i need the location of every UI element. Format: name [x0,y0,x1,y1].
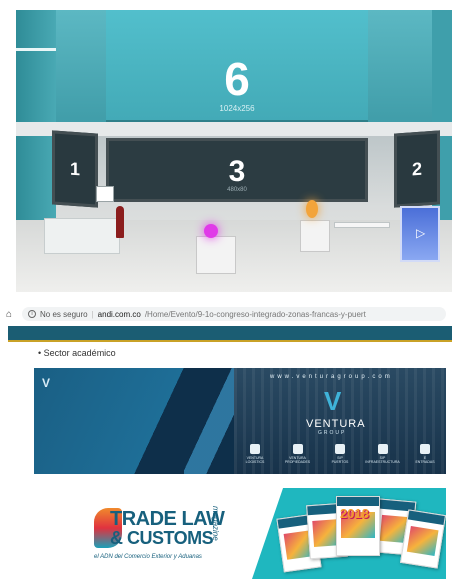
screen-1[interactable]: 1 [52,130,98,208]
info-sign[interactable] [96,186,114,202]
subsidiary-logo-icon [292,444,303,454]
security-label: No es seguro [40,309,88,319]
tradelaw-title-line2: & CUSTOMS [110,528,214,548]
url-path: /Home/Evento/9-1o-congreso-integrado-zon… [144,309,366,319]
subsidiary-logo: VENTURA LOGISTICS [240,444,270,464]
tradelaw-banner[interactable]: TRADE LAW & CUSTOMS magazine el ADN del … [84,488,446,579]
home-icon[interactable]: ⌂ [6,309,18,320]
screen-3-resolution: 480x80 [227,187,247,193]
reception-counter [44,218,120,254]
screen-3[interactable]: 3 480x80 [106,138,368,202]
magazine-cover [336,496,380,556]
subsidiary-logo: VENTURA PROPIEDADES [283,444,313,464]
magazine-covers: 2018 [276,494,446,578]
subsidiary-logo: E ENTRADAS [410,444,440,464]
orange-hotspot[interactable] [306,200,318,218]
list-item: • Sector académico [38,348,116,358]
site-header-band [8,326,452,340]
screen-1-number: 1 [69,158,80,180]
ventura-banner[interactable]: V www.venturagroup.com V VENTURA GROUP V… [34,368,446,474]
subsidiary-logo: SIP INFRAESTRUCTURA [365,444,400,464]
ventura-group: GROUP [318,430,347,436]
center-pedestal[interactable] [196,236,236,274]
tradelaw-subtitle: el ADN del Comercio Exterior y Aduanas [94,554,202,560]
ventura-small-logo-icon: V [42,376,51,390]
list-item-label: Sector académico [43,348,116,358]
screen-3-number: 3 [228,155,246,188]
ventura-website[interactable]: www.venturagroup.com [270,374,393,380]
ventura-logo-icon: V [324,386,342,416]
info-icon[interactable]: i [28,310,36,318]
screen-2-number: 2 [411,158,422,180]
url-separator: | [91,309,94,319]
screen-6-resolution: 1024x256 [219,104,255,113]
subsidiary-logo-icon [377,444,388,454]
url-field[interactable]: i No es seguro | andi.com.co/Home/Evento… [22,307,446,321]
video-kiosk[interactable]: ▷ [400,206,440,262]
subsidiary-logo-icon [420,444,430,454]
subsidiary-logo: SIP PUERTOS [325,444,355,464]
cover-year: 2018 [340,506,369,521]
play-icon[interactable]: ▷ [416,226,425,240]
magenta-hotspot[interactable] [204,224,218,238]
virtual-booth-scene: 6 1024x256 1 3 480x80 2 ▷ [16,10,452,292]
subsidiary-logo-icon [335,444,345,454]
browser-address-bar: ⌂ i No es seguro | andi.com.co/Home/Even… [0,306,452,322]
url-domain: andi.com.co [97,309,141,319]
tradelaw-magazine-label: magazine [211,506,220,541]
avatar-figure [116,206,124,238]
magazine-cover [400,509,446,569]
right-pedestal[interactable] [300,220,330,252]
screen-6-number: 6 [224,53,250,105]
ventura-brand: VENTURA [306,418,366,430]
side-table [334,222,390,228]
site-header-accent [8,340,452,342]
screen-6[interactable]: 6 1024x256 [106,10,368,122]
screen-2[interactable]: 2 [394,130,440,208]
subsidiary-logo-icon [250,444,260,454]
ventura-subsidiary-logos: VENTURA LOGISTICS VENTURA PROPIEDADES SI… [240,444,440,464]
